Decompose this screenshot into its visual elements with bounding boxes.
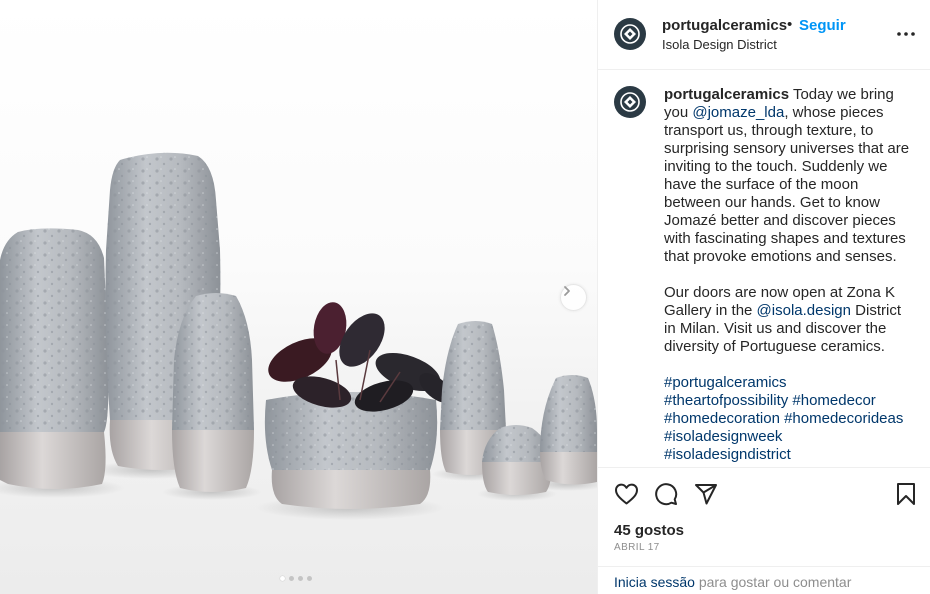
ceramic-vases-image: [0, 152, 597, 520]
carousel-dots: [280, 576, 312, 581]
hashtag-link[interactable]: #isoladesignweek: [664, 428, 782, 445]
mention-link[interactable]: @isola.design: [757, 302, 851, 319]
hashtag-link[interactable]: #homedecorideas: [784, 410, 903, 427]
planter-bowl: [264, 392, 438, 509]
vase-left: [0, 228, 109, 489]
header-separator: •: [787, 16, 793, 33]
hashtag-link[interactable]: #portugalceramics: [664, 374, 787, 391]
avatar[interactable]: [614, 18, 646, 50]
carousel-dot: [307, 576, 312, 581]
login-link[interactable]: Inicia sessão: [614, 574, 695, 590]
hashtag-link[interactable]: #theartofpossibility: [664, 392, 788, 409]
hashtag-link[interactable]: #isoladesigndistrict: [664, 446, 791, 463]
carousel-dot: [289, 576, 294, 581]
more-dots-icon: [897, 32, 915, 36]
carousel-dot: [298, 576, 303, 581]
caption-section: portugalceramics Today we bring you @jom…: [598, 71, 930, 467]
caption-username[interactable]: portugalceramics: [664, 86, 789, 103]
header-username[interactable]: portugalceramics: [662, 17, 787, 34]
hashtag-link[interactable]: #homedecoration: [664, 410, 780, 427]
caption-text: , whose pieces transport us, through tex…: [664, 104, 910, 265]
hashtag-list: #portugalceramics #theartofpossibility #…: [664, 374, 914, 464]
vase-medium: [172, 293, 254, 492]
brand-logo-icon: [620, 92, 640, 112]
like-button[interactable]: [613, 481, 639, 507]
chevron-right-icon: [564, 286, 570, 296]
post-caption: portugalceramics Today we bring you @jom…: [664, 86, 914, 467]
post-side-panel: portugalceramics • Seguir Isola Design D…: [597, 0, 930, 594]
login-prompt-text: Inicia sessão para gostar ou comentar: [614, 574, 851, 590]
comment-icon: [655, 483, 678, 506]
likes-count[interactable]: 45 gostos: [614, 522, 684, 539]
send-icon: [695, 484, 717, 505]
heart-icon: [614, 483, 638, 505]
hashtag-link[interactable]: #homedecor: [792, 392, 875, 409]
mention-link[interactable]: @jomaze_lda: [692, 104, 784, 121]
post-header: portugalceramics • Seguir Isola Design D…: [598, 0, 930, 70]
post-actions: 45 gostos ABRIL 17: [598, 467, 930, 567]
location-link[interactable]: Isola Design District: [662, 37, 777, 52]
save-button[interactable]: [893, 481, 919, 507]
more-options-button[interactable]: [895, 24, 917, 44]
login-prompt-rest: para gostar ou comentar: [694, 574, 852, 590]
brand-logo-icon: [620, 24, 640, 44]
follow-button[interactable]: Seguir: [799, 17, 846, 34]
carousel-dot: [280, 576, 285, 581]
bookmark-icon: [897, 483, 915, 505]
next-slide-button[interactable]: [560, 284, 587, 311]
vase-far-right: [540, 375, 597, 485]
share-button[interactable]: [693, 481, 719, 507]
post-date[interactable]: ABRIL 17: [614, 542, 660, 553]
avatar[interactable]: [614, 86, 646, 118]
post-photo[interactable]: [0, 0, 597, 594]
login-prompt: Inicia sessão para gostar ou comentar: [598, 566, 930, 594]
comment-button[interactable]: [653, 481, 679, 507]
